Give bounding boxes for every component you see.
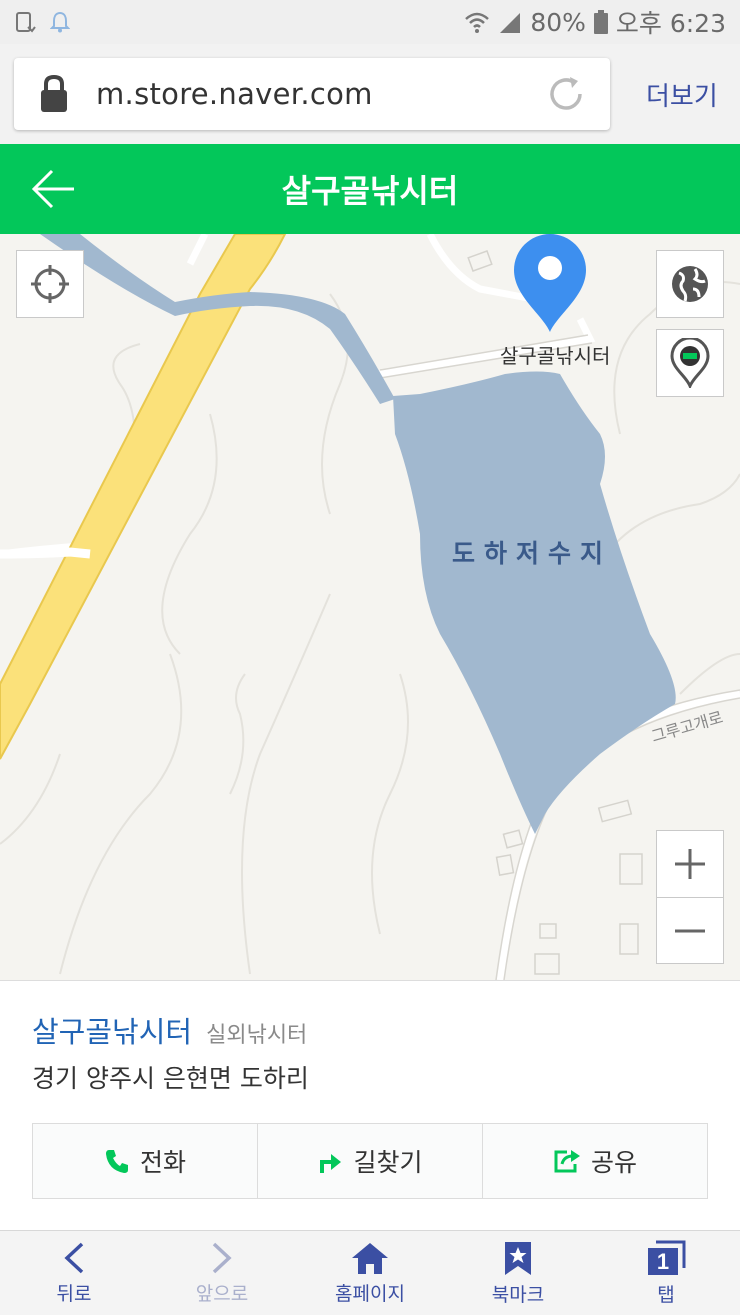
reload-icon[interactable]: [544, 72, 588, 116]
nav-forward[interactable]: 앞으로: [148, 1231, 296, 1315]
nav-home[interactable]: 홈페이지: [296, 1231, 444, 1315]
clock: 오후 6:23: [615, 9, 726, 38]
nav-home-label: 홈페이지: [335, 1282, 405, 1305]
share-label: 공유: [590, 1148, 637, 1177]
zoom-control: [656, 830, 724, 964]
home-icon: [352, 1242, 388, 1274]
zoom-out-button[interactable]: [657, 897, 723, 963]
forward-chevron-icon: [212, 1242, 232, 1273]
nav-back-label: 뒤로: [56, 1282, 92, 1305]
directions-icon: [320, 1154, 342, 1173]
map-view[interactable]: 살구골낚시터 도하저수지 그루고개로: [0, 234, 740, 980]
nav-tabs-label: 탭: [657, 1283, 675, 1306]
nav-forward-label: 앞으로: [195, 1282, 249, 1305]
zoom-in-button[interactable]: [657, 831, 723, 897]
browser-toolbar: m.store.naver.com 더보기: [0, 44, 740, 144]
marker-toggle-button[interactable]: [656, 329, 724, 397]
page-title: 살구골낚시터: [281, 172, 459, 210]
tabs-icon: 1: [648, 1240, 686, 1275]
directions-button[interactable]: 길찾기: [257, 1124, 482, 1198]
share-button[interactable]: 공유: [482, 1124, 707, 1198]
tab-count: 1: [657, 1249, 669, 1274]
battery-percent: 80%: [530, 7, 586, 37]
minus-icon: [675, 929, 705, 932]
map-canvas[interactable]: [0, 234, 740, 980]
call-button[interactable]: 전화: [33, 1124, 257, 1198]
place-category: 실외낚시터: [206, 1023, 308, 1048]
phone-icon: [105, 1150, 128, 1173]
nav-bookmark[interactable]: 북마크: [444, 1231, 592, 1315]
url-text[interactable]: m.store.naver.com: [96, 77, 544, 111]
place-info-panel: 살구골낚시터 실외낚시터 경기 양주시 은현면 도하리 전화 길찾기 공유: [0, 980, 740, 1230]
back-chevron-icon: [64, 1242, 84, 1273]
page-header: 살구골낚시터: [0, 144, 740, 234]
nav-back[interactable]: 뒤로: [0, 1231, 148, 1315]
battery-icon: [593, 10, 608, 34]
lock-icon: [41, 74, 67, 112]
wifi-icon: [465, 12, 490, 33]
bookmark-icon: [505, 1241, 531, 1275]
share-icon: [554, 1150, 580, 1173]
address-bar[interactable]: m.store.naver.com: [14, 58, 610, 130]
browser-bottom-nav: 뒤로 앞으로 홈페이지 북마크 1 탭: [0, 1230, 740, 1315]
screen-rotate-icon: [16, 12, 36, 33]
marker-label: 살구골낚시터: [500, 344, 611, 368]
place-name[interactable]: 살구골낚시터: [32, 1009, 192, 1051]
place-actions: 전화 길찾기 공유: [32, 1123, 708, 1199]
notification-bell-icon: [50, 11, 70, 33]
call-label: 전화: [139, 1148, 186, 1177]
directions-label: 길찾기: [353, 1148, 423, 1177]
plus-icon: [675, 849, 705, 879]
nav-bookmark-label: 북마크: [491, 1283, 545, 1306]
lake-label: 도하저수지: [452, 539, 613, 568]
more-button[interactable]: 더보기: [646, 76, 718, 113]
place-address: 경기 양주시 은현면 도하리: [32, 1064, 309, 1093]
globe-icon: [672, 266, 708, 302]
globe-button[interactable]: [656, 250, 724, 318]
crosshair-icon: [31, 265, 69, 303]
signal-icon: [500, 13, 521, 33]
status-bar: 80% 오후 6:23: [0, 0, 740, 44]
place-title-row: 살구골낚시터 실외낚시터: [32, 1009, 307, 1051]
current-location-button[interactable]: [16, 250, 84, 318]
location-marker-icon[interactable]: [512, 234, 588, 334]
nav-tabs[interactable]: 1 탭: [592, 1231, 740, 1315]
map-pin-minus-icon: [670, 338, 710, 388]
